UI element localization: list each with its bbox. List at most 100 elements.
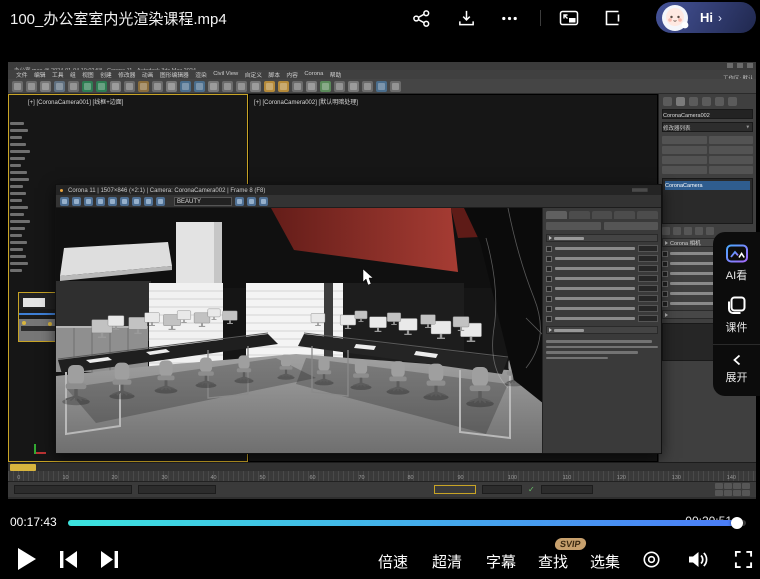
scene-explorer-row <box>10 164 21 167</box>
fullscreen-icon <box>734 550 753 569</box>
more-icon[interactable] <box>498 7 520 29</box>
subtitles-button[interactable]: 字幕 <box>486 551 516 572</box>
seek-knob[interactable] <box>731 517 743 529</box>
settings-button[interactable] <box>642 550 661 569</box>
assistant-button[interactable]: Hi › <box>656 2 756 33</box>
fullscreen-button[interactable] <box>734 550 753 569</box>
player-window: 100_办公室室内光渲染课程.mp4 <box>0 0 760 579</box>
status-field <box>541 485 593 494</box>
toolbar-icon <box>222 81 233 92</box>
mini-window-icon[interactable] <box>602 7 624 29</box>
courseware-label: 课件 <box>726 319 748 335</box>
share-icon[interactable] <box>410 7 432 29</box>
frame-number: 20 <box>112 474 118 480</box>
play-button[interactable] <box>18 548 37 570</box>
menu-item: 内容 <box>286 70 298 79</box>
vfb-title-text: Corona 11 | 1507×846 (×2:1) | Camera: Co… <box>68 187 265 194</box>
status-field <box>482 485 522 494</box>
vfb-toolbar-button <box>108 197 117 206</box>
expand-button[interactable]: 展开 <box>713 354 760 385</box>
toolbar-icon <box>250 81 261 92</box>
lightmix-row <box>546 305 658 312</box>
toolbar-icon <box>138 81 149 92</box>
lightmix-row <box>546 255 658 262</box>
frame-number: 50 <box>260 474 266 480</box>
toolbar-icon <box>334 81 345 92</box>
vfb-toolbar-button <box>156 197 165 206</box>
scene-explorer-row <box>10 192 26 195</box>
progress-row: 00:17:43 00:20:51 <box>0 512 760 540</box>
frame-number: 80 <box>408 474 414 480</box>
video-frame[interactable]: 办公室.max @ 2024-01-04 10:02:58 - Corona 1… <box>0 36 760 512</box>
object-name-field: CoronaCamera002 <box>662 109 753 119</box>
toolbar-icon <box>110 81 121 92</box>
seek-bar[interactable]: 00:20:51 <box>68 512 746 534</box>
vfb-toolbar-button <box>144 197 153 206</box>
lightmix-row <box>546 275 658 282</box>
toolbar-icon <box>208 81 219 92</box>
menu-item: 编辑 <box>34 70 46 79</box>
menu-item: 创建 <box>100 70 112 79</box>
lightmix-row <box>546 245 658 252</box>
next-episode-button[interactable] <box>100 551 118 568</box>
scene-explorer-row <box>10 150 30 153</box>
settings-icon <box>642 550 661 569</box>
side-panel: AI看 课件 展开 <box>713 232 760 396</box>
scene-explorer-row <box>10 129 28 132</box>
scene-explorer-row <box>10 241 27 244</box>
menu-item: 修改器 <box>118 70 135 79</box>
command-panel-button <box>709 136 754 144</box>
scene-explorer-row <box>10 122 24 125</box>
vfb-note-text <box>546 340 658 359</box>
toolbar-icon <box>54 81 65 92</box>
speed-button[interactable]: 倍速 <box>378 551 408 572</box>
scene-explorer-list <box>10 122 32 422</box>
video-title: 100_办公室室内光渲染课程.mp4 <box>10 8 227 29</box>
frame-number: 130 <box>672 474 681 480</box>
vfb-channel-select: BEAUTY <box>174 197 232 206</box>
menu-item: Corona <box>304 70 323 79</box>
volume-button[interactable] <box>688 550 709 569</box>
volume-icon <box>688 550 709 569</box>
vfb-channel-value: BEAUTY <box>177 198 201 205</box>
command-panel-button <box>662 166 707 174</box>
lightmix-row <box>546 285 658 292</box>
menu-item: 图形编辑器 <box>160 70 189 79</box>
render-preview-thumbnail <box>18 292 58 342</box>
max-window-controls <box>727 63 753 68</box>
scene-explorer-row <box>10 136 22 139</box>
menu-item: 文件 <box>16 70 28 79</box>
courseware-button[interactable]: 课件 <box>713 295 760 335</box>
pip-icon[interactable] <box>558 7 580 29</box>
axis-gizmo-left <box>34 442 48 454</box>
highlighted-status-box <box>434 485 476 494</box>
episodes-button[interactable]: 选集 <box>590 551 620 572</box>
toolbar-icon <box>124 81 135 92</box>
corona-vfb-window: Corona 11 | 1507×846 (×2:1) | Camera: Co… <box>55 184 662 454</box>
expand-label: 展开 <box>726 369 748 385</box>
ai-watch-button[interactable]: AI看 <box>713 244 760 283</box>
find-button[interactable]: 查找 <box>538 551 568 572</box>
toolbar-icon <box>390 81 401 92</box>
vfb-toolbar-button <box>96 197 105 206</box>
menu-item: 组 <box>70 70 76 79</box>
frame-number: 100 <box>508 474 517 480</box>
menu-item: 动画 <box>142 70 154 79</box>
menu-item: 帮助 <box>330 70 342 79</box>
panel-divider <box>713 344 760 345</box>
previous-episode-button[interactable] <box>60 551 78 568</box>
prev-episode-icon <box>60 551 78 568</box>
command-panel-button <box>709 166 754 174</box>
vfb-lightmix-rows <box>546 245 658 322</box>
max-menu-items: 文件编辑工具组视图创建修改器动画图形编辑器渲染Civil View自定义脚本内容… <box>16 70 341 79</box>
lightmix-row <box>546 265 658 272</box>
toolbar-icon <box>292 81 303 92</box>
vfb-toolbar-button <box>235 197 244 206</box>
vfb-side-panel <box>542 208 661 453</box>
quality-button[interactable]: 超清 <box>432 551 462 572</box>
play-icon <box>18 548 37 570</box>
vfb-toolbar-button <box>259 197 268 206</box>
assistant-avatar <box>658 0 694 41</box>
vfb-toolbar-button <box>132 197 141 206</box>
download-icon[interactable] <box>455 7 477 29</box>
